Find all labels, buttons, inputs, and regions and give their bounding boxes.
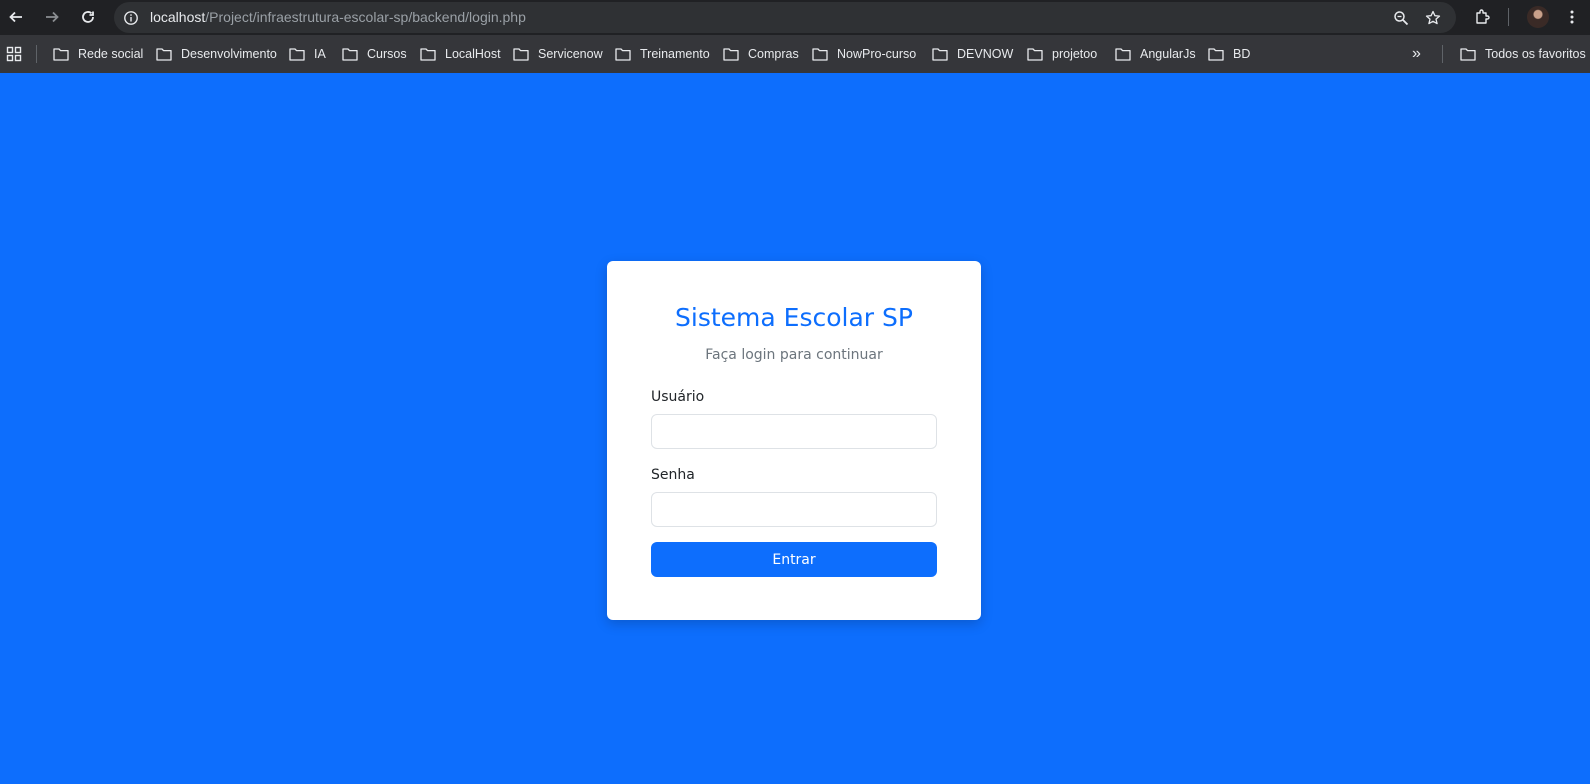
bookmark-label: Cursos: [367, 47, 407, 61]
extensions-icon[interactable]: [1470, 5, 1494, 29]
bookmark-desenvolvimento[interactable]: Desenvolvimento: [156, 45, 277, 63]
bookmark-nowpro-curso[interactable]: NowPro-curso: [812, 45, 916, 63]
bookmark-label: Todos os favoritos: [1485, 47, 1586, 61]
folder-icon: [513, 48, 529, 61]
bookmark-label: IA: [314, 47, 326, 61]
bookmark-label: Desenvolvimento: [181, 47, 277, 61]
bookmark-label: projetoo: [1052, 47, 1098, 61]
bookmark-label: Treinamento: [640, 47, 710, 61]
folder-icon: [1027, 48, 1043, 61]
bookmark-label: Servicenow: [538, 47, 603, 61]
bookmark-label: DEVNOW: [957, 47, 1014, 61]
bookmark-label: LocalHost: [445, 47, 501, 61]
all-bookmarks-folder[interactable]: Todos os favoritos: [1460, 45, 1586, 63]
bookmark-projetoo[interactable]: projetoo: [1027, 45, 1097, 63]
bookmark-angularjs[interactable]: AngularJs: [1115, 45, 1196, 63]
site-info-icon[interactable]: [120, 7, 142, 29]
reload-icon[interactable]: [76, 5, 100, 29]
bookmark-devnow[interactable]: DEVNOW: [932, 45, 1013, 63]
bookmark-servicenow[interactable]: Servicenow: [513, 45, 603, 63]
bookmark-bd[interactable]: BD: [1208, 45, 1250, 63]
page-title: Sistema Escolar SP: [675, 303, 913, 332]
folder-icon: [1208, 48, 1224, 61]
url-host: localhost: [150, 9, 206, 25]
zoom-icon[interactable]: [1390, 7, 1412, 29]
browser-toolbar: localhost/Project/infraestrutura-escolar…: [0, 0, 1590, 35]
username-label: Usuário: [651, 389, 705, 405]
bookmark-cursos[interactable]: Cursos: [342, 45, 407, 63]
folder-icon: [812, 48, 828, 61]
bookmarks-divider: [1442, 45, 1443, 63]
profile-avatar[interactable]: [1527, 6, 1549, 28]
bookmarks-divider: [36, 45, 37, 63]
bookmark-compras[interactable]: Compras: [723, 45, 799, 63]
login-button[interactable]: Entrar: [651, 542, 937, 577]
address-bar[interactable]: localhost/Project/infraestrutura-escolar…: [114, 2, 1456, 33]
bookmark-label: Rede social: [78, 47, 144, 61]
bookmark-rede-social[interactable]: Rede social: [53, 45, 143, 63]
folder-icon: [53, 48, 69, 61]
page-subtitle: Faça login para continuar: [705, 347, 883, 363]
apps-icon[interactable]: [6, 45, 22, 63]
bookmark-ia[interactable]: IA: [289, 45, 326, 63]
folder-icon: [420, 48, 436, 61]
folder-icon: [723, 48, 739, 61]
folder-icon: [1460, 48, 1476, 61]
bookmark-label: BD: [1233, 47, 1251, 61]
url-path: /Project/infraestrutura-escolar-sp/backe…: [205, 9, 526, 25]
folder-icon: [932, 48, 948, 61]
folder-icon: [156, 48, 172, 61]
bookmarks-overflow-button[interactable]: »: [1412, 45, 1421, 63]
folder-icon: [342, 48, 358, 61]
folder-icon: [289, 48, 305, 61]
username-input[interactable]: [651, 414, 937, 449]
bookmark-label: Compras: [748, 47, 799, 61]
password-label: Senha: [651, 467, 695, 483]
back-icon[interactable]: [4, 5, 28, 29]
bookmark-localhost[interactable]: LocalHost: [420, 45, 501, 63]
bookmark-label: NowPro-curso: [837, 47, 917, 61]
menu-icon[interactable]: [1560, 5, 1584, 29]
password-input[interactable]: [651, 492, 937, 527]
toolbar-divider: [1508, 8, 1509, 26]
bookmarks-bar: Rede social Desenvolvimento IA Cursos Lo…: [0, 35, 1590, 73]
login-card: Sistema Escolar SP Faça login para conti…: [607, 261, 981, 620]
url-text[interactable]: localhost/Project/infraestrutura-escolar…: [150, 9, 526, 25]
forward-icon[interactable]: [40, 5, 64, 29]
bookmark-star-icon[interactable]: [1422, 7, 1444, 29]
folder-icon: [1115, 48, 1131, 61]
folder-icon: [615, 48, 631, 61]
bookmark-treinamento[interactable]: Treinamento: [615, 45, 710, 63]
bookmark-label: AngularJs: [1140, 47, 1196, 61]
